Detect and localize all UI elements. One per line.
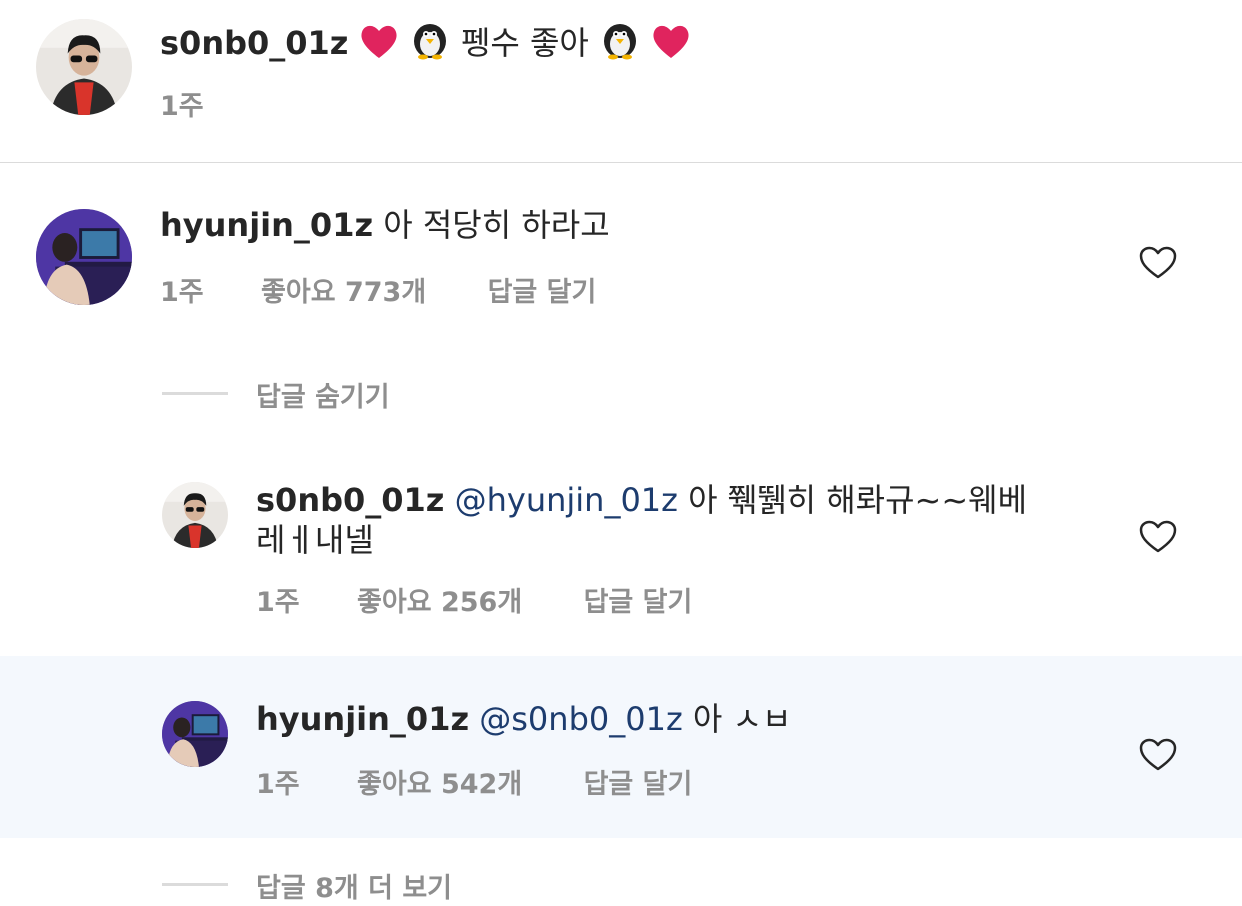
- reply-text: hyunjin_01z @s0nb0_01z 아 ㅅㅂ: [256, 699, 791, 739]
- reply-avatar[interactable]: [162, 701, 228, 767]
- reply-likes[interactable]: 좋아요 542개: [357, 769, 522, 800]
- comment-username[interactable]: hyunjin_01z: [160, 206, 373, 244]
- reply-mention[interactable]: @hyunjin_01z: [455, 481, 678, 519]
- comment-meta: 1주 좋아요 773개 답글 달기: [160, 270, 644, 309]
- penguin-icon: [604, 24, 637, 60]
- like-heart-icon[interactable]: [1139, 738, 1177, 772]
- reply-time: 1주: [256, 587, 300, 618]
- view-more-replies-button[interactable]: 답글 8개 더 보기: [256, 866, 452, 905]
- penguin-icon: [413, 24, 446, 60]
- reply-likes[interactable]: 좋아요 256개: [357, 587, 522, 618]
- reply-username[interactable]: s0nb0_01z: [256, 481, 444, 519]
- reply-mention[interactable]: @s0nb0_01z: [479, 700, 683, 738]
- comment-reply-button[interactable]: 답글 달기: [488, 277, 597, 308]
- reply-username[interactable]: hyunjin_01z: [256, 700, 469, 738]
- caption-text: s0nb0_01z 펭수 좋아: [160, 20, 691, 63]
- reply-meta: 1주 좋아요 256개 답글 달기: [256, 580, 740, 619]
- reply-time: 1주: [256, 769, 300, 800]
- red-heart-icon: [361, 25, 397, 58]
- reply-avatar[interactable]: [162, 482, 228, 548]
- reply-reply-button[interactable]: 답글 달기: [584, 769, 693, 800]
- reply-body: 아 쮂뛝히 해롸규~~웨베: [688, 481, 1028, 519]
- replies-rule: [162, 883, 228, 886]
- comment-time: 1주: [160, 277, 204, 308]
- caption-body: 펭수 좋아: [460, 24, 589, 62]
- comment-body: 아 적당히 하라고: [383, 206, 610, 244]
- replies-rule: [162, 392, 228, 395]
- like-heart-icon[interactable]: [1139, 246, 1177, 280]
- caption-time: 1주: [160, 91, 204, 122]
- reply-body-continued: 레ㅔ내넬: [256, 521, 374, 559]
- like-heart-icon[interactable]: [1139, 520, 1177, 554]
- hide-replies-button[interactable]: 답글 숨기기: [256, 375, 390, 414]
- caption-username[interactable]: s0nb0_01z: [160, 24, 348, 62]
- comment-avatar[interactable]: [36, 209, 132, 305]
- reply-text: s0nb0_01z @hyunjin_01z 아 쮂뛝히 해롸규~~웨베 레ㅔ내…: [256, 480, 1086, 560]
- caption-divider: [0, 162, 1242, 163]
- comment-likes[interactable]: 좋아요 773개: [261, 277, 426, 308]
- reply-body: 아 ㅅㅂ: [692, 700, 792, 738]
- reply-reply-button[interactable]: 답글 달기: [584, 587, 693, 618]
- reply-meta: 1주 좋아요 542개 답글 달기: [256, 762, 740, 801]
- comment-text: hyunjin_01z 아 적당히 하라고: [160, 205, 610, 245]
- caption-avatar[interactable]: [36, 19, 132, 115]
- red-heart-icon: [653, 25, 689, 58]
